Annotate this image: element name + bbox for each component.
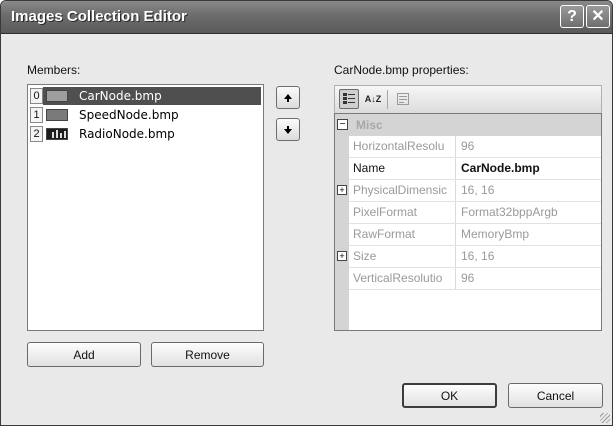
property-value: Format32bppArgb	[461, 205, 558, 219]
member-name: SpeedNode.bmp	[79, 108, 179, 122]
property-value: 16, 16	[461, 249, 495, 263]
resize-grip-icon[interactable]	[600, 413, 610, 423]
property-name: Size	[349, 246, 456, 267]
member-text: CarNode.bmp	[43, 87, 261, 105]
up-arrow-icon	[284, 93, 292, 102]
list-item[interactable]: 0 CarNode.bmp	[30, 87, 261, 105]
category-row-misc[interactable]: − Misc	[335, 114, 601, 136]
speed-image-icon	[46, 109, 68, 121]
images-collection-editor-dialog: Images Collection Editor ? ✕ Members: Ca…	[0, 0, 613, 426]
categorized-icon	[343, 93, 355, 104]
collapse-icon[interactable]: −	[337, 119, 348, 130]
property-pages-button[interactable]	[393, 89, 413, 109]
property-row[interactable]: + PhysicalDimensic 16, 16	[337, 180, 601, 202]
property-value: MemoryBmp	[461, 227, 530, 241]
property-name: PhysicalDimensic	[349, 180, 456, 201]
radio-image-icon	[46, 128, 68, 140]
list-item[interactable]: 2 RadioNode.bmp	[30, 125, 261, 143]
close-icon: ✕	[591, 7, 605, 25]
member-index: 1	[30, 107, 43, 123]
properties-toolbar: A↓Z	[334, 85, 602, 113]
categorized-button[interactable]	[339, 89, 359, 109]
title-bar[interactable]: Images Collection Editor ? ✕	[1, 1, 612, 34]
property-value: 16, 16	[461, 183, 495, 197]
property-grid[interactable]: − Misc HorizontalResolu 96 Name CarNode.…	[334, 113, 602, 331]
property-value[interactable]: CarNode.bmp	[461, 158, 597, 179]
grid-gutter	[335, 114, 349, 330]
remove-button[interactable]: Remove	[151, 342, 264, 367]
help-button[interactable]: ?	[560, 5, 584, 28]
property-value: 96	[461, 271, 475, 285]
property-name: PixelFormat	[349, 202, 456, 223]
property-name: VerticalResolutio	[349, 268, 456, 289]
members-label: Members:	[27, 63, 81, 77]
property-row[interactable]: HorizontalResolu 96	[349, 136, 601, 158]
move-down-button[interactable]	[276, 118, 300, 141]
expand-icon[interactable]: +	[337, 185, 347, 195]
properties-label: CarNode.bmp properties:	[334, 63, 469, 77]
property-row[interactable]: PixelFormat Format32bppArgb	[349, 202, 601, 224]
member-index: 0	[30, 88, 43, 104]
down-arrow-icon	[284, 125, 292, 134]
help-icon: ?	[567, 7, 577, 25]
member-name: CarNode.bmp	[79, 89, 162, 103]
member-text: SpeedNode.bmp	[43, 106, 261, 124]
car-image-icon	[46, 90, 68, 102]
property-row[interactable]: RawFormat MemoryBmp	[349, 224, 601, 246]
property-row[interactable]: + Size 16, 16	[337, 246, 601, 268]
add-button[interactable]: Add	[27, 342, 141, 367]
toolbar-separator	[387, 90, 388, 109]
close-button[interactable]: ✕	[586, 5, 610, 28]
property-name: Name	[349, 158, 456, 179]
property-name: HorizontalResolu	[349, 136, 456, 157]
member-index: 2	[30, 126, 43, 142]
ok-button[interactable]: OK	[402, 383, 497, 408]
alphabetical-icon: A↓Z	[364, 94, 382, 104]
property-pages-icon	[397, 93, 409, 105]
property-row-selected[interactable]: Name CarNode.bmp	[349, 158, 601, 180]
move-up-button[interactable]	[276, 86, 300, 109]
member-name: RadioNode.bmp	[79, 127, 175, 141]
category-name: Misc	[356, 118, 383, 132]
property-value: 96	[461, 139, 475, 153]
member-text: RadioNode.bmp	[43, 125, 261, 143]
property-name: RawFormat	[349, 224, 456, 245]
alphabetical-button[interactable]: A↓Z	[363, 89, 383, 109]
property-row[interactable]: VerticalResolutio 96	[349, 268, 601, 290]
expand-icon[interactable]: +	[337, 251, 347, 261]
window-title: Images Collection Editor	[11, 8, 187, 25]
cancel-button[interactable]: Cancel	[508, 383, 603, 408]
members-list[interactable]: 0 CarNode.bmp 1 SpeedNode.bmp 2 RadioNod…	[27, 84, 264, 331]
list-item[interactable]: 1 SpeedNode.bmp	[30, 106, 261, 124]
